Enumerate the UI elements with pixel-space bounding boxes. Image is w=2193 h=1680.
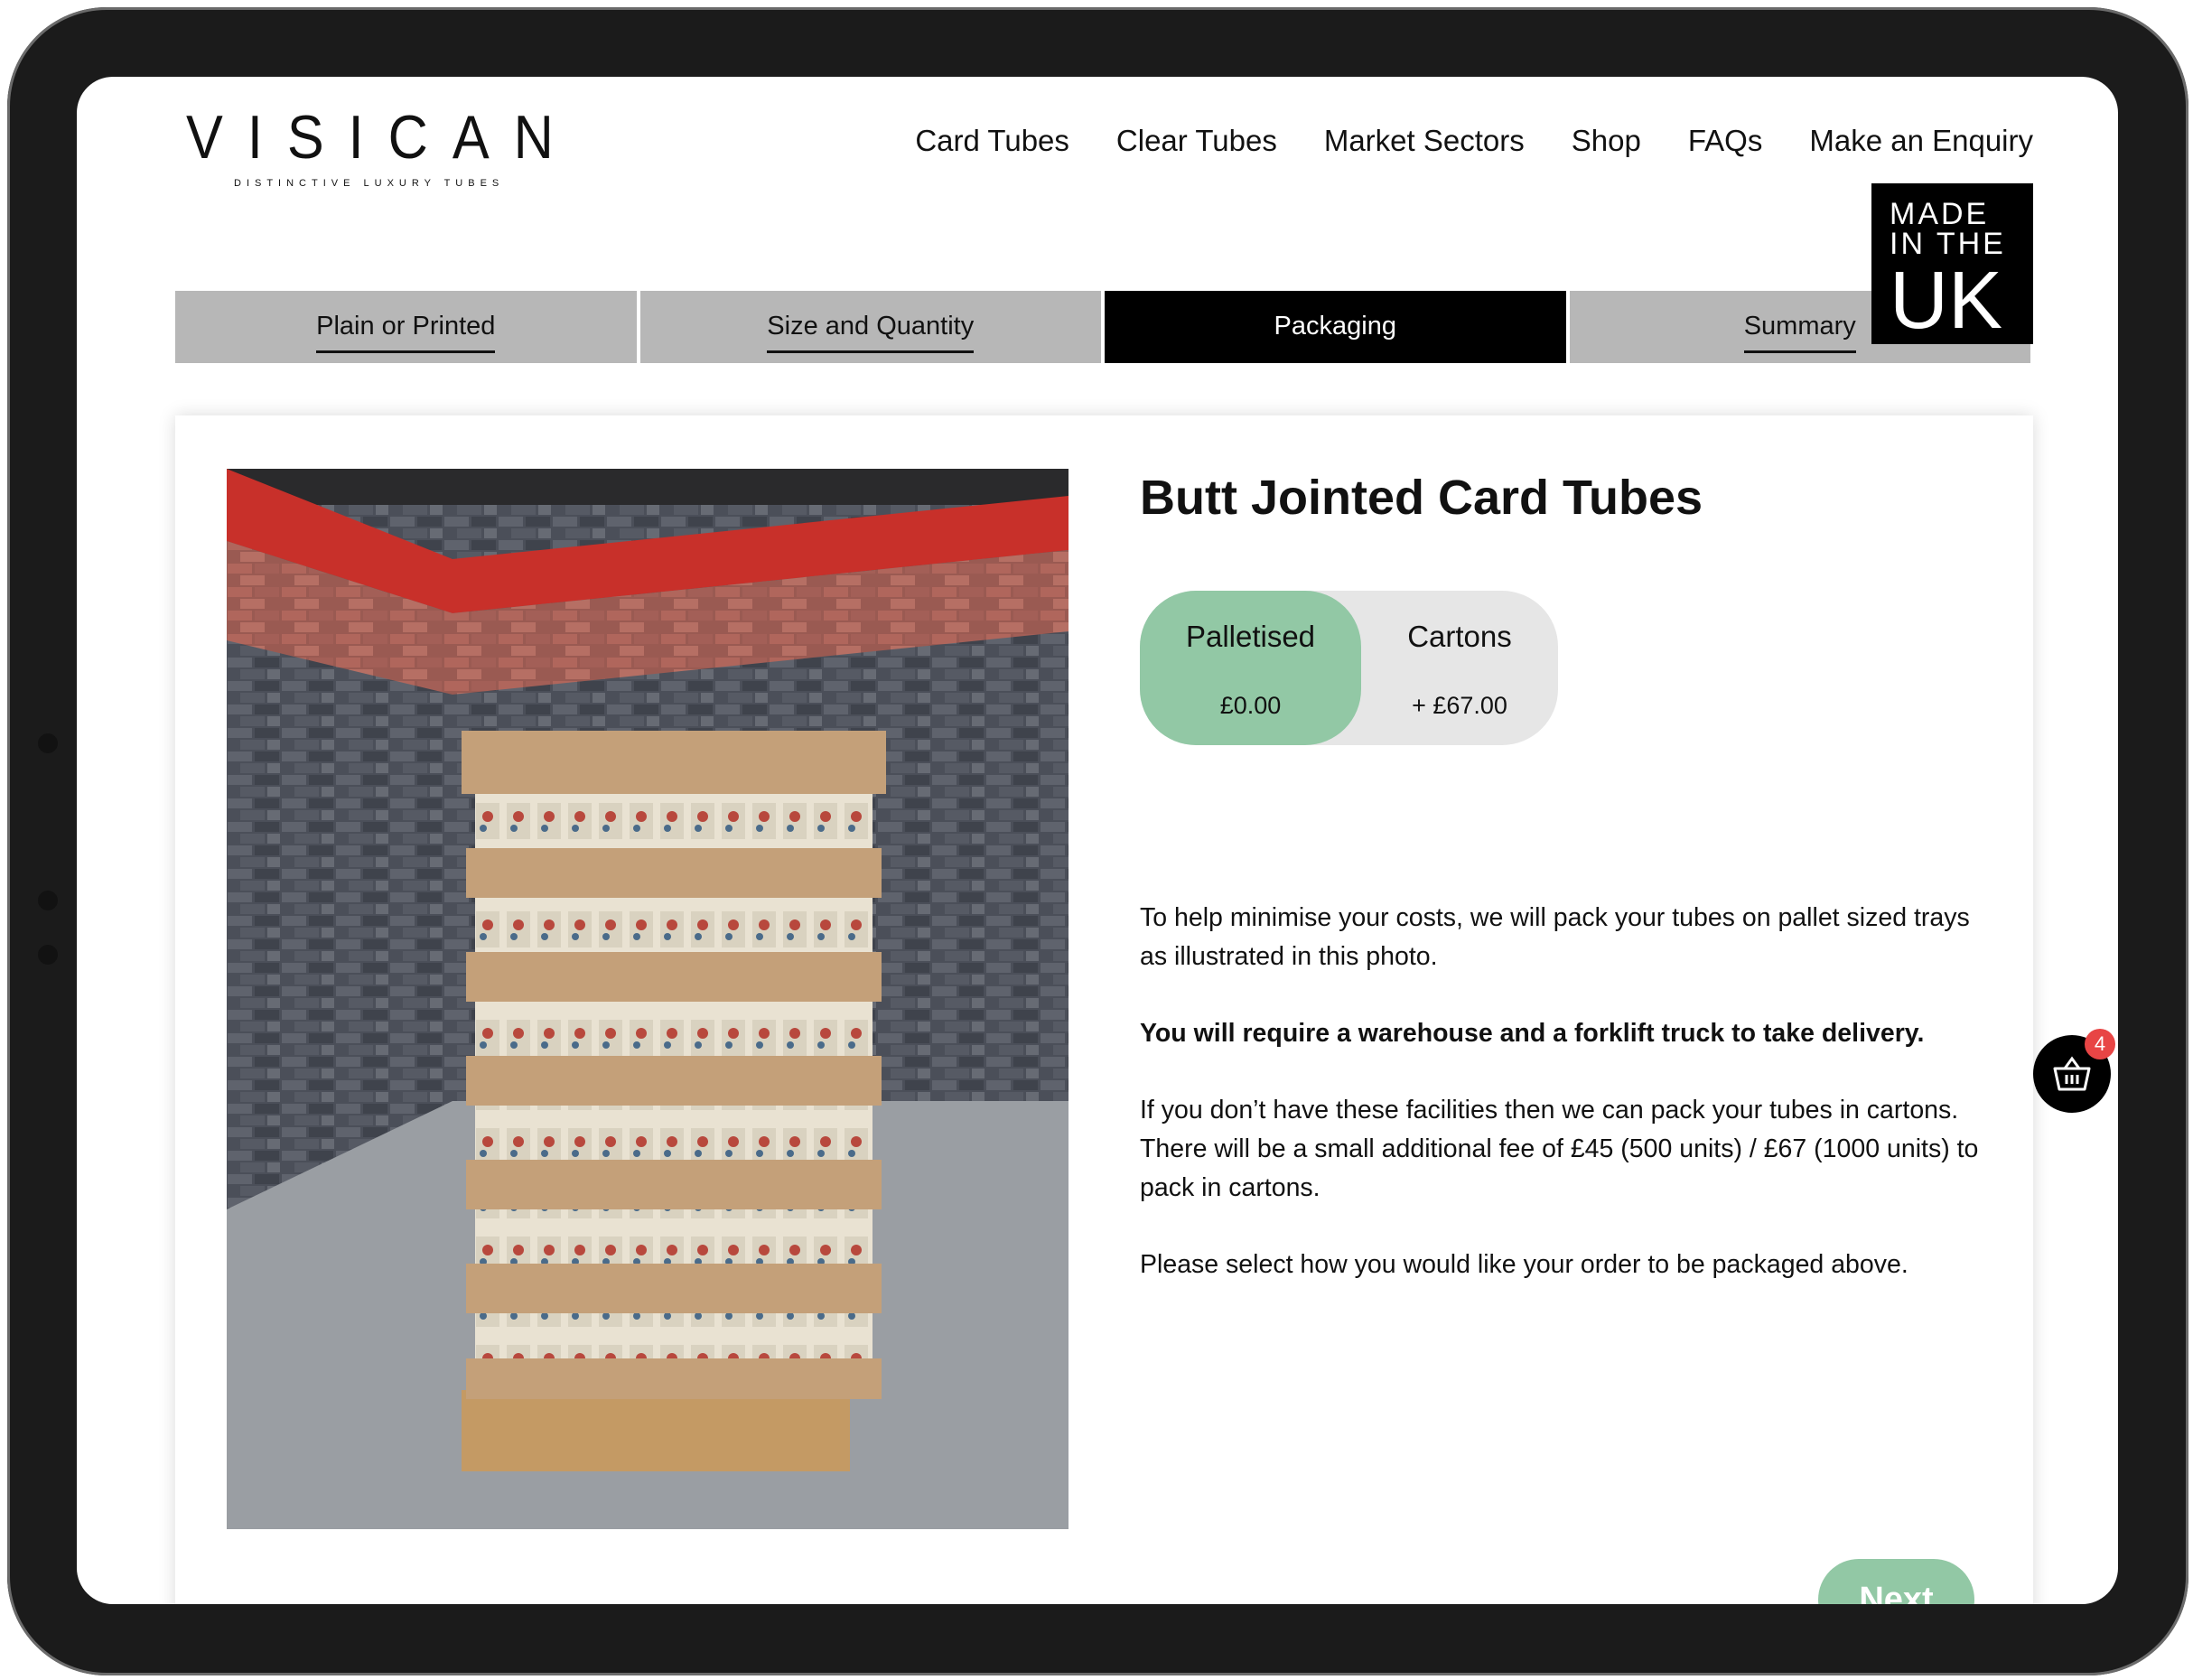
packaging-toggle: Cartons + £67.00 Palletised £0.00: [1140, 591, 1558, 745]
description-paragraph: Please select how you would like your or…: [1140, 1250, 1908, 1279]
step-packaging[interactable]: Packaging: [1105, 291, 1566, 363]
option-palletised[interactable]: Palletised £0.00: [1140, 591, 1361, 745]
nav-make-an-enquiry[interactable]: Make an Enquiry: [1809, 124, 2033, 158]
step-label: Plain or Printed: [316, 306, 496, 353]
description-paragraph: To help minimise your costs, we will pac…: [1140, 903, 1970, 971]
badge-line: MADE: [1890, 197, 1990, 231]
option-name: Palletised: [1185, 620, 1316, 653]
next-button[interactable]: Next: [1818, 1559, 1974, 1604]
badge-line: UK: [1890, 256, 2003, 346]
product-title: Butt Jointed Card Tubes: [1140, 471, 1703, 525]
pallet-image: [227, 469, 1069, 1529]
option-price: £0.00: [1219, 692, 1282, 719]
step-label: Summary: [1743, 306, 1856, 353]
basket-icon: [2053, 1056, 2091, 1091]
screen: VISICAN DISTINCTIVE LUXURY TUBES Card Tu…: [77, 77, 2118, 1604]
main-nav: Card Tubes Clear Tubes Market Sectors Sh…: [915, 124, 2033, 158]
made-in-uk-badge: MADE IN THE UK: [1871, 183, 2033, 344]
option-price: + £67.00: [1412, 692, 1507, 719]
camera-dot: [38, 945, 58, 965]
step-size-and-quantity[interactable]: Size and Quantity: [639, 291, 1101, 363]
option-cartons[interactable]: Cartons + £67.00: [1361, 591, 1558, 745]
nav-shop[interactable]: Shop: [1572, 124, 1641, 158]
nav-clear-tubes[interactable]: Clear Tubes: [1116, 124, 1277, 158]
logo-tagline: DISTINCTIVE LUXURY TUBES: [234, 178, 505, 189]
nav-faqs[interactable]: FAQs: [1688, 124, 1763, 158]
step-plain-or-printed[interactable]: Plain or Printed: [175, 291, 637, 363]
pallet-photo: [227, 469, 1069, 1529]
nav-market-sectors[interactable]: Market Sectors: [1324, 124, 1525, 158]
logo-wordmark: VISICAN: [186, 103, 578, 172]
step-label: Size and Quantity: [767, 306, 975, 353]
stacked-boxes: [462, 731, 886, 1399]
packaging-card: Butt Jointed Card Tubes Cartons + £67.00…: [175, 415, 2033, 1604]
checkout-steps: Plain or Printed Size and Quantity Packa…: [175, 291, 2030, 363]
camera-dot: [38, 891, 58, 910]
camera-dot: [38, 733, 58, 753]
description-warning: You will require a warehouse and a forkl…: [1140, 1019, 1925, 1048]
step-label: Packaging: [1274, 312, 1396, 341]
packaging-description: To help minimise your costs, we will pac…: [1140, 899, 1989, 1322]
logo[interactable]: VISICAN DISTINCTIVE LUXURY TUBES: [186, 106, 621, 189]
description-paragraph: If you don’t have these facilities then …: [1140, 1096, 1979, 1202]
basket-count-badge: 4: [2085, 1029, 2115, 1059]
nav-card-tubes[interactable]: Card Tubes: [915, 124, 1069, 158]
option-name: Cartons: [1407, 620, 1512, 653]
